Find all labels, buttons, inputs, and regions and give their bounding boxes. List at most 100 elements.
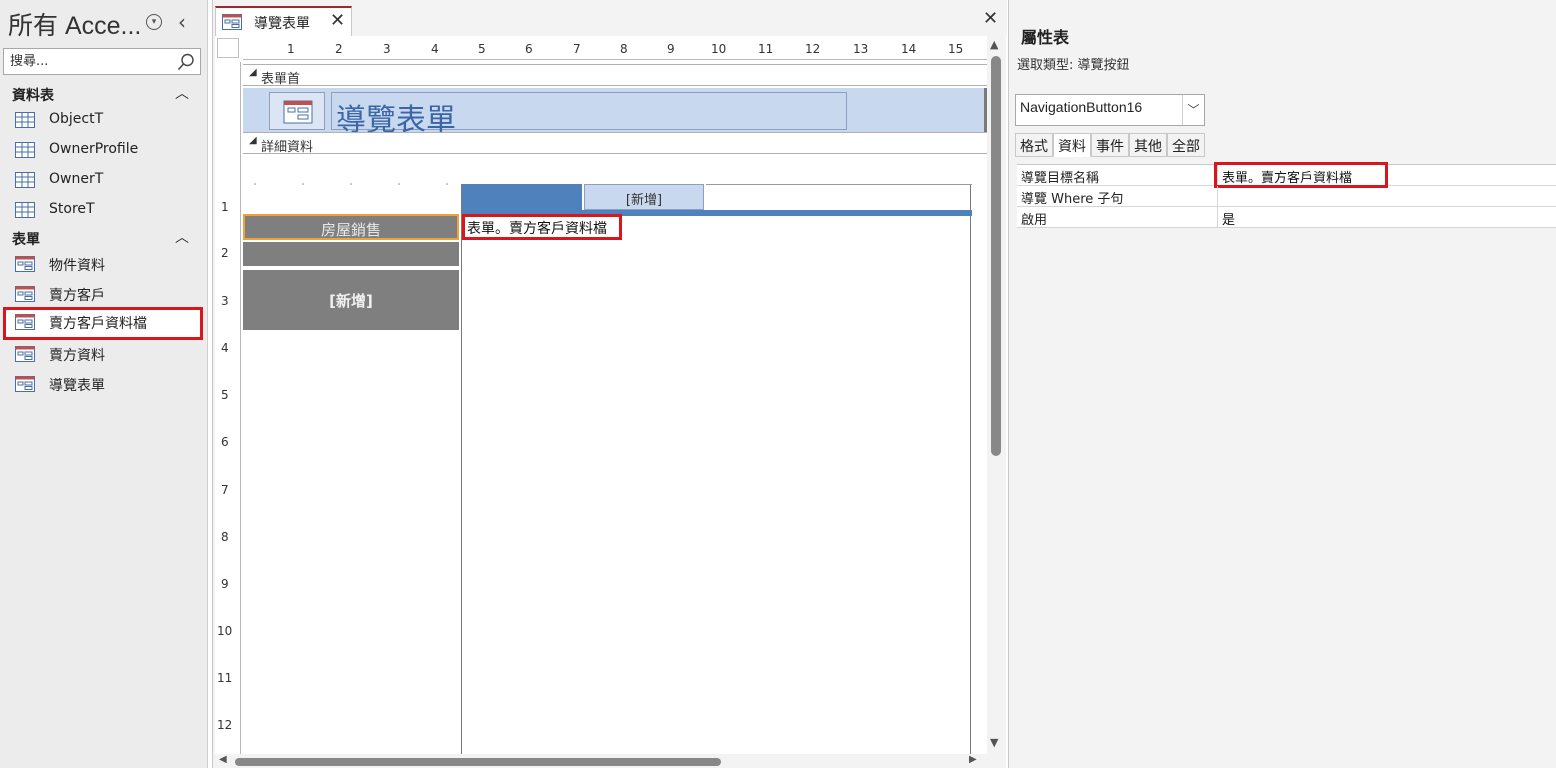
chevron-up-icon[interactable]: ︿ bbox=[175, 227, 189, 247]
ruler-tick: 12 bbox=[805, 42, 821, 56]
nav-item-ownert[interactable]: OwnerT bbox=[3, 165, 203, 195]
nav-item-label: StoreT bbox=[49, 201, 95, 217]
form-header-band[interactable]: 導覽表單 bbox=[243, 88, 987, 138]
ruler-tick: 3 bbox=[383, 42, 391, 56]
property-value-field[interactable]: 是 bbox=[1217, 207, 1556, 228]
nav-button-label: 房屋銷售 bbox=[320, 221, 381, 239]
object-selector[interactable]: NavigationButton16 ﹀ bbox=[1015, 94, 1205, 126]
search-input[interactable] bbox=[4, 49, 164, 74]
subform-tab-add[interactable]: [新增] bbox=[584, 184, 704, 210]
property-sheet-title: 屬性表 bbox=[1021, 28, 1070, 47]
ruler-tick: 5 bbox=[221, 388, 229, 402]
scroll-thumb[interactable] bbox=[991, 56, 1001, 456]
subform-target-label[interactable]: 表單。賣方客戶資料檔 bbox=[462, 214, 622, 240]
ruler-tick: 2 bbox=[221, 246, 229, 260]
scroll-right-icon[interactable]: ▶ bbox=[969, 754, 977, 765]
form-title-label[interactable]: 導覽表單 bbox=[331, 92, 847, 138]
ruler-tick: 9 bbox=[221, 577, 229, 591]
detail-section-bar[interactable]: ◢ 詳細資料 bbox=[243, 132, 987, 155]
nav-item-label: OwnerT bbox=[49, 171, 104, 187]
subform-tab-selected[interactable] bbox=[462, 184, 582, 210]
search-icon[interactable] bbox=[176, 52, 196, 72]
table-icon bbox=[15, 142, 35, 158]
document-area: 導覽表單 ✕ ✕ 1 2 3 4 5 6 7 8 9 10 11 12 13 1… bbox=[212, 0, 1007, 768]
selection-type: 選取類型: 導覽按鈕 bbox=[1017, 58, 1130, 73]
subform-tab-strip bbox=[706, 184, 972, 210]
nav-item-label: 導覽表單 bbox=[49, 378, 105, 394]
form-header-section-bar[interactable]: ◢ 表單首 bbox=[243, 64, 987, 87]
design-canvas[interactable]: 1 2 3 4 5 6 7 8 9 10 11 12 13 14 15 1 2 … bbox=[215, 36, 987, 754]
tab-format[interactable]: 格式 bbox=[1015, 133, 1053, 157]
section-label: 表單首 bbox=[261, 72, 301, 87]
collapse-pane-icon[interactable]: ‹ bbox=[178, 10, 186, 34]
nav-item-label: 賣方資料 bbox=[49, 348, 105, 364]
form-selector[interactable] bbox=[217, 38, 239, 58]
table-icon bbox=[15, 172, 35, 188]
property-row-navigation-where-clause[interactable]: 導覽 Where 子句 bbox=[1017, 186, 1556, 207]
nav-item-form-seller-data[interactable]: 賣方資料 bbox=[3, 339, 203, 369]
nav-item-form-seller-customer[interactable]: 賣方客戶 bbox=[3, 279, 203, 309]
group-label: 資料表 bbox=[12, 88, 54, 104]
chevron-up-icon[interactable]: ︿ bbox=[175, 83, 189, 103]
navigation-subform[interactable]: [新增] 表單。賣方客戶資料檔 bbox=[461, 184, 972, 754]
ruler-tick: 13 bbox=[853, 42, 869, 56]
subform-tab-label: [新增] bbox=[625, 193, 663, 208]
nav-item-form-navigation[interactable]: 導覽表單 bbox=[3, 369, 203, 399]
property-row-navigation-target-name[interactable]: 導覽目標名稱 表單。賣方客戶資料檔 bbox=[1017, 162, 1556, 188]
form-icon bbox=[15, 314, 35, 330]
tab-label: 導覽表單 bbox=[254, 16, 310, 32]
nav-button-house-sales[interactable]: 房屋銷售 bbox=[243, 214, 459, 240]
chevron-down-icon[interactable]: ﹀ bbox=[1182, 95, 1204, 125]
nav-item-form-seller-customer-profile[interactable]: 賣方客戶資料檔 bbox=[3, 307, 203, 340]
scroll-left-icon[interactable]: ◀ bbox=[219, 754, 227, 765]
scroll-down-icon[interactable]: ▼ bbox=[990, 736, 998, 749]
chevron-down-icon[interactable]: ▾ bbox=[146, 14, 162, 30]
property-row-enabled[interactable]: 啟用 是 bbox=[1017, 207, 1556, 228]
horizontal-scrollbar[interactable]: ◀ ▶ bbox=[213, 754, 987, 768]
nav-item-label: OwnerProfile bbox=[49, 141, 139, 157]
group-header-forms[interactable]: 表單 ︿ bbox=[0, 227, 208, 249]
group-header-tables[interactable]: 資料表 ︿ bbox=[0, 83, 208, 105]
close-document-icon[interactable]: ✕ bbox=[983, 8, 998, 29]
ruler-tick: 5 bbox=[478, 42, 486, 56]
object-selector-value: NavigationButton16 bbox=[1020, 99, 1143, 115]
scroll-thumb[interactable] bbox=[235, 758, 721, 766]
form-icon bbox=[15, 376, 35, 392]
property-value-field[interactable]: 表單。賣方客戶資料檔 bbox=[1214, 162, 1556, 188]
tab-data[interactable]: 資料 bbox=[1053, 133, 1091, 157]
property-grid: 導覽目標名稱 表單。賣方客戶資料檔 導覽 Where 子句 啟用 是 bbox=[1017, 162, 1556, 228]
table-icon bbox=[15, 112, 35, 128]
nav-pane-title[interactable]: 所有 Acce... bbox=[8, 6, 141, 42]
ruler-tick: 4 bbox=[221, 341, 229, 355]
ruler-tick: 14 bbox=[901, 42, 917, 56]
grid-dots bbox=[254, 183, 448, 185]
vertical-scrollbar[interactable]: ▲ ▼ bbox=[987, 36, 1005, 754]
property-value: 是 bbox=[1222, 213, 1236, 228]
ruler-tick: 3 bbox=[221, 294, 229, 308]
nav-button-blank[interactable] bbox=[243, 242, 459, 266]
nav-item-form-object-data[interactable]: 物件資料 bbox=[3, 249, 203, 279]
form-icon bbox=[15, 286, 35, 302]
ruler-tick: 6 bbox=[525, 42, 533, 56]
nav-item-objectt[interactable]: ObjectT bbox=[3, 105, 203, 135]
ruler-tick: 4 bbox=[431, 42, 439, 56]
detail-section[interactable]: 房屋銷售 [新增] [新增] 表單。賣方客戶資料檔 bbox=[243, 156, 987, 754]
form-logo-icon[interactable] bbox=[269, 92, 325, 130]
property-sheet: 屬性表 選取類型: 導覽按鈕 NavigationButton16 ﹀ 格式 資… bbox=[1008, 0, 1556, 768]
ruler-tick: 9 bbox=[667, 42, 675, 56]
ruler-tick: 10 bbox=[217, 624, 233, 638]
property-key: 導覽 Where 子句 bbox=[1021, 192, 1124, 207]
form-icon bbox=[15, 346, 35, 362]
nav-item-storet[interactable]: StoreT bbox=[3, 195, 203, 225]
tab-other[interactable]: 其他 bbox=[1129, 133, 1167, 157]
tab-all[interactable]: 全部 bbox=[1167, 133, 1205, 157]
property-value-field[interactable] bbox=[1217, 186, 1556, 206]
tab-event[interactable]: 事件 bbox=[1091, 133, 1129, 157]
nav-button-add-new[interactable]: [新增] bbox=[243, 270, 459, 330]
scroll-up-icon[interactable]: ▲ bbox=[990, 38, 998, 51]
close-tab-icon[interactable]: ✕ bbox=[330, 10, 345, 31]
section-arrow-icon: ◢ bbox=[249, 135, 257, 146]
nav-item-ownerprofile[interactable]: OwnerProfile bbox=[3, 135, 203, 165]
tab-navigation-form[interactable]: 導覽表單 ✕ bbox=[215, 6, 352, 36]
form-icon bbox=[283, 100, 313, 124]
